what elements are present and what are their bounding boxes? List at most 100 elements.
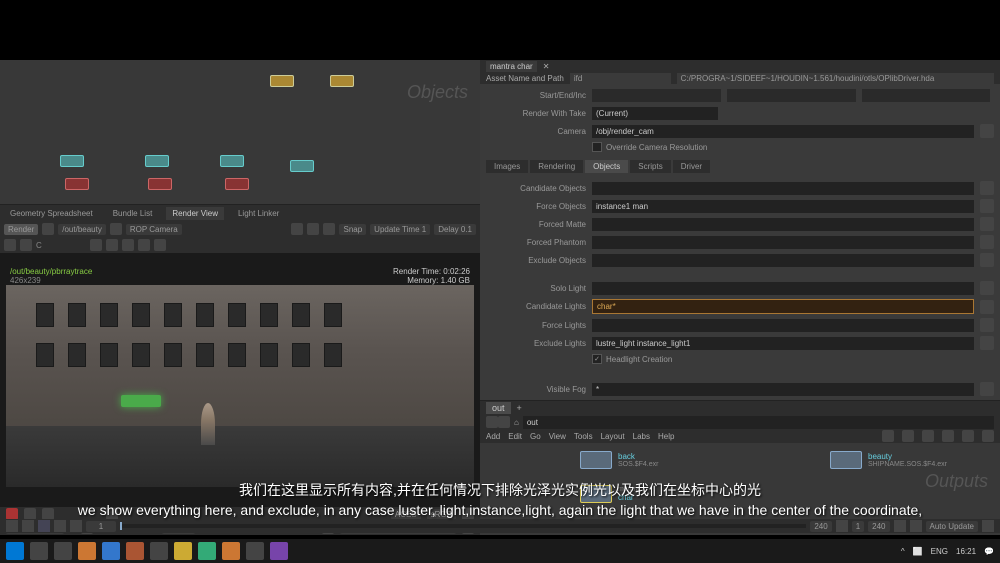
toolbar-btn[interactable] [982,520,994,532]
tab-rendering[interactable]: Rendering [530,160,583,173]
headlight-checkbox[interactable]: ✓ [592,354,602,364]
toolbar-btn[interactable] [894,520,906,532]
node[interactable] [65,178,89,190]
network-path[interactable]: out [523,416,994,429]
chooser-icon[interactable] [980,199,994,213]
toolbar-btn[interactable] [106,239,118,251]
force-lights-input[interactable] [592,319,974,332]
chooser-icon[interactable] [980,253,994,267]
asset-name-input[interactable]: ifd [570,73,671,84]
node[interactable] [60,155,84,167]
taskbar-app-icon[interactable] [246,542,264,560]
play-next-icon[interactable] [54,520,66,532]
toolbar-btn[interactable] [882,430,894,442]
toolbar-btn[interactable] [962,430,974,442]
tab-render-view[interactable]: Render View [166,207,224,220]
camera-chooser-icon[interactable] [980,124,994,138]
render-take-dropdown[interactable]: (Current) [592,107,718,120]
output-tab[interactable]: out [486,402,511,414]
tab-spreadsheet[interactable]: Geometry Spreadsheet [4,207,99,220]
taskbar-app-icon[interactable] [150,542,168,560]
node[interactable] [290,160,314,172]
toolbar-btn[interactable] [138,239,150,251]
camera-input[interactable] [592,125,974,138]
chooser-icon[interactable] [980,281,994,295]
exclude-lights-input[interactable] [592,337,974,350]
menu-view[interactable]: View [549,432,566,441]
menu-tools[interactable]: Tools [574,432,593,441]
delay-field[interactable]: Delay 0.1 [434,224,476,235]
chooser-icon[interactable] [980,336,994,350]
tab-light-linker[interactable]: Light Linker [232,207,285,220]
camera-dropdown[interactable]: ROP Camera [126,224,182,235]
tab-driver[interactable]: Driver [673,160,710,173]
tab-objects[interactable]: Objects [585,160,628,173]
toolbar-btn[interactable] [922,430,934,442]
search-icon[interactable] [30,542,48,560]
add-tab-icon[interactable]: + [511,402,528,414]
clock[interactable]: 16:21 [956,547,976,556]
taskbar-app-icon[interactable] [198,542,216,560]
candidate-lights-input[interactable] [592,299,974,314]
solo-light-input[interactable] [592,282,974,295]
forced-matte-input[interactable] [592,218,974,231]
menu-labs[interactable]: Labs [633,432,650,441]
play-end-icon[interactable] [70,520,82,532]
taskbar-app-icon[interactable] [78,542,96,560]
toolbar-btn[interactable] [20,239,32,251]
start-input[interactable] [592,89,721,102]
task-view-icon[interactable] [54,542,72,560]
chooser-icon[interactable] [980,300,994,314]
toolbar-btn[interactable] [307,223,319,235]
toolbar-btn[interactable] [4,239,16,251]
node[interactable] [145,155,169,167]
tray-chevron-icon[interactable]: ^ [901,547,905,556]
node[interactable] [220,155,244,167]
toolbar-btn[interactable] [291,223,303,235]
auto-update[interactable]: Auto Update [926,521,978,532]
current-frame[interactable]: 1 [86,521,116,532]
start-button[interactable] [6,542,24,560]
chooser-icon[interactable] [980,318,994,332]
back-icon[interactable] [486,416,498,428]
asset-path-input[interactable]: C:/PROGRA~1/SIDEEF~1/HOUDIN~1.561/houdin… [677,73,994,84]
render-button[interactable]: Render [4,224,38,235]
forced-phantom-input[interactable] [592,236,974,249]
visible-fog-input[interactable] [592,383,974,396]
tab-images[interactable]: Images [486,160,528,173]
toolbar-btn[interactable] [902,430,914,442]
menu-go[interactable]: Go [530,432,541,441]
toolbar-btn[interactable] [910,520,922,532]
notifications-icon[interactable]: 💬 [984,547,994,556]
render-output-path[interactable]: /out/beauty [58,224,106,235]
play-prev-icon[interactable] [22,520,34,532]
exclude-objects-input[interactable] [592,254,974,267]
toolbar-btn[interactable] [323,223,335,235]
toolbar-btn[interactable] [982,430,994,442]
node[interactable] [148,178,172,190]
node[interactable] [270,75,294,87]
output-node-back[interactable]: back SOS.$F4.exr [580,451,658,469]
houdini-icon[interactable] [222,542,240,560]
home-icon[interactable]: ⌂ [510,418,523,427]
chooser-icon[interactable] [980,235,994,249]
toolbar-btn[interactable] [122,239,134,251]
end-input[interactable] [727,89,856,102]
override-cam-checkbox[interactable] [592,142,602,152]
menu-layout[interactable]: Layout [601,432,625,441]
node-graph[interactable]: Objects [0,60,480,205]
file-explorer-icon[interactable] [174,542,192,560]
update-time[interactable]: Update Time 1 [370,224,430,235]
play-icon[interactable] [38,520,50,532]
menu-edit[interactable]: Edit [508,432,522,441]
toolbar-btn[interactable] [110,223,122,235]
tray-icon[interactable]: ⬜ [913,547,923,556]
forward-icon[interactable] [498,416,510,428]
chooser-icon[interactable] [980,181,994,195]
menu-add[interactable]: Add [486,432,500,441]
toolbar-btn[interactable] [154,239,166,251]
force-objects-input[interactable] [592,200,974,213]
start-range[interactable]: 1 [852,521,864,532]
toolbar-btn[interactable] [942,430,954,442]
taskbar-app-icon[interactable] [126,542,144,560]
